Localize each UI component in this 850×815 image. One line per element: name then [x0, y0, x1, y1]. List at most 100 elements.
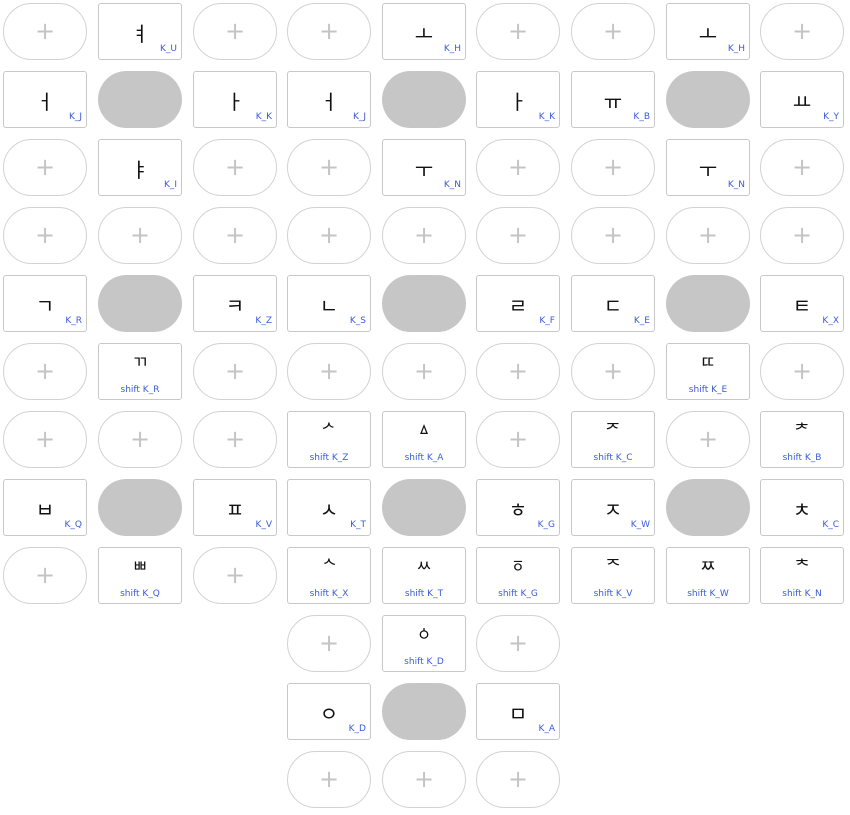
- add-key-slot[interactable]: +: [3, 207, 87, 264]
- shift-key-cell[interactable]: ㅿ shift K_A: [382, 411, 466, 468]
- add-key-slot[interactable]: +: [193, 207, 277, 264]
- plus-icon: +: [34, 561, 56, 589]
- key-cell[interactable]: ㅓ K_J: [287, 71, 371, 128]
- add-key-slot[interactable]: +: [760, 139, 844, 196]
- add-key-slot[interactable]: +: [193, 547, 277, 604]
- key-cell[interactable]: ㅗ K_H: [382, 3, 466, 60]
- keycode-label: K_J: [68, 112, 82, 122]
- add-key-slot[interactable]: +: [476, 139, 560, 196]
- key-cell[interactable]: ㅏ K_K: [476, 71, 560, 128]
- shift-key-cell[interactable]: ㅃ shift K_Q: [98, 547, 182, 604]
- add-key-slot[interactable]: +: [98, 411, 182, 468]
- key-cell[interactable]: ㅋ K_Z: [193, 275, 277, 332]
- add-key-slot[interactable]: +: [476, 3, 560, 60]
- shift-key-cell[interactable]: ㅆ shift K_T: [382, 547, 466, 604]
- plus-icon: +: [507, 629, 529, 657]
- add-key-slot[interactable]: +: [287, 615, 371, 672]
- shift-key-cell[interactable]: ㄲ shift K_R: [98, 343, 182, 400]
- add-key-slot[interactable]: +: [287, 139, 371, 196]
- key-cell[interactable]: ㅂ K_Q: [3, 479, 87, 536]
- shift-key-cell[interactable]: ᅔ shift K_B: [760, 411, 844, 468]
- key-cell[interactable]: ㅇ K_D: [287, 683, 371, 740]
- add-key-slot[interactable]: +: [571, 139, 655, 196]
- key-cell[interactable]: ㅕ K_U: [98, 3, 182, 60]
- center-key[interactable]: [98, 275, 182, 332]
- key-cell[interactable]: ㄷ K_E: [571, 275, 655, 332]
- add-key-slot[interactable]: +: [98, 207, 182, 264]
- center-key[interactable]: [382, 275, 466, 332]
- shift-key-cell[interactable]: ᅐ shift K_V: [571, 547, 655, 604]
- add-key-slot[interactable]: +: [760, 3, 844, 60]
- shift-key-cell[interactable]: ᄾ shift K_X: [287, 547, 371, 604]
- keycode-label: K_A: [538, 724, 555, 734]
- shift-key-cell[interactable]: ㆆ shift K_G: [476, 547, 560, 604]
- key-cell[interactable]: ㅠ K_B: [571, 71, 655, 128]
- key-cell[interactable]: ㅊ K_C: [760, 479, 844, 536]
- add-key-slot[interactable]: +: [382, 751, 466, 808]
- key-cell[interactable]: ㅈ K_W: [571, 479, 655, 536]
- add-key-slot[interactable]: +: [287, 207, 371, 264]
- add-key-slot[interactable]: +: [476, 343, 560, 400]
- add-key-slot[interactable]: +: [382, 207, 466, 264]
- center-key[interactable]: [666, 479, 750, 536]
- center-key[interactable]: [382, 71, 466, 128]
- add-key-slot[interactable]: +: [3, 139, 87, 196]
- add-key-slot[interactable]: +: [287, 751, 371, 808]
- key-cell[interactable]: ㅓ K_J: [3, 71, 87, 128]
- add-key-slot[interactable]: +: [193, 139, 277, 196]
- key-cell[interactable]: ㄱ K_R: [3, 275, 87, 332]
- add-key-slot[interactable]: +: [3, 411, 87, 468]
- add-key-slot[interactable]: +: [571, 3, 655, 60]
- center-key[interactable]: [382, 479, 466, 536]
- shift-key-cell[interactable]: ᅎ shift K_C: [571, 411, 655, 468]
- shift-key-cell[interactable]: ㅉ shift K_W: [666, 547, 750, 604]
- key-cell[interactable]: ㅎ K_G: [476, 479, 560, 536]
- jamo-label: ㅅ: [319, 498, 339, 522]
- add-key-slot[interactable]: +: [287, 343, 371, 400]
- center-key[interactable]: [666, 71, 750, 128]
- plus-icon: +: [224, 17, 246, 45]
- key-cell[interactable]: ㅗ K_H: [666, 3, 750, 60]
- add-key-slot[interactable]: +: [287, 3, 371, 60]
- add-key-slot[interactable]: +: [666, 411, 750, 468]
- key-cell[interactable]: ㄹ K_F: [476, 275, 560, 332]
- key-cell[interactable]: ㅜ K_N: [666, 139, 750, 196]
- add-key-slot[interactable]: +: [760, 207, 844, 264]
- plus-icon: +: [318, 357, 340, 385]
- add-key-slot[interactable]: +: [476, 207, 560, 264]
- add-key-slot[interactable]: +: [666, 207, 750, 264]
- center-key[interactable]: [98, 479, 182, 536]
- key-cell[interactable]: ㅌ K_X: [760, 275, 844, 332]
- keycode-label: shift K_A: [404, 453, 444, 463]
- add-key-slot[interactable]: +: [193, 411, 277, 468]
- key-cell[interactable]: ㄴ K_S: [287, 275, 371, 332]
- add-key-slot[interactable]: +: [476, 751, 560, 808]
- add-key-slot[interactable]: +: [3, 3, 87, 60]
- key-cell[interactable]: ㅏ K_K: [193, 71, 277, 128]
- shift-key-cell[interactable]: ᄼ shift K_Z: [287, 411, 371, 468]
- key-cell[interactable]: ㅁ K_A: [476, 683, 560, 740]
- add-key-slot[interactable]: +: [193, 343, 277, 400]
- shift-key-cell[interactable]: ㆁ shift K_D: [382, 615, 466, 672]
- center-key[interactable]: [382, 683, 466, 740]
- add-key-slot[interactable]: +: [571, 207, 655, 264]
- key-cell[interactable]: ㅜ K_N: [382, 139, 466, 196]
- center-key[interactable]: [98, 71, 182, 128]
- keycode-label: shift K_W: [687, 589, 729, 599]
- add-key-slot[interactable]: +: [571, 343, 655, 400]
- key-cell[interactable]: ㅛ K_Y: [760, 71, 844, 128]
- add-key-slot[interactable]: +: [3, 343, 87, 400]
- key-cell[interactable]: ㅅ K_T: [287, 479, 371, 536]
- shift-key-cell[interactable]: ㄸ shift K_E: [666, 343, 750, 400]
- key-cell[interactable]: ㅍ K_V: [193, 479, 277, 536]
- add-key-slot[interactable]: +: [476, 615, 560, 672]
- shift-key-cell[interactable]: ᅕ shift K_N: [760, 547, 844, 604]
- keycode-label: K_H: [727, 44, 745, 54]
- add-key-slot[interactable]: +: [760, 343, 844, 400]
- add-key-slot[interactable]: +: [476, 411, 560, 468]
- key-cell[interactable]: ㅑ K_I: [98, 139, 182, 196]
- add-key-slot[interactable]: +: [382, 343, 466, 400]
- add-key-slot[interactable]: +: [3, 547, 87, 604]
- center-key[interactable]: [666, 275, 750, 332]
- add-key-slot[interactable]: +: [193, 3, 277, 60]
